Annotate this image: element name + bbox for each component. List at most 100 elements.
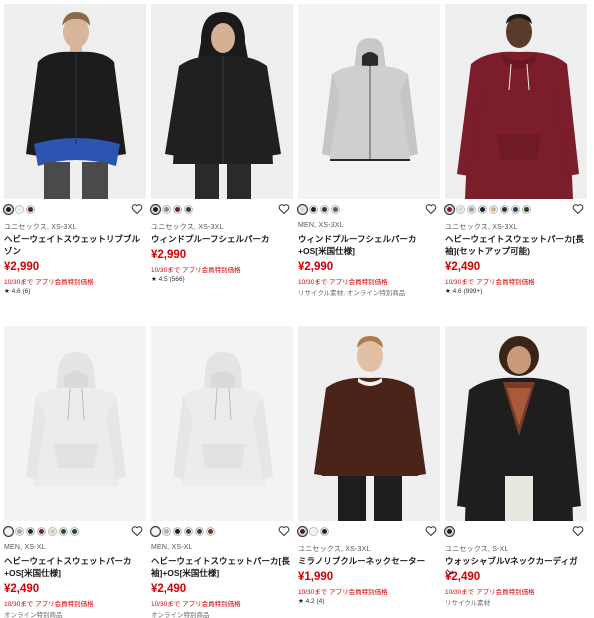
color-swatch[interactable] <box>456 205 465 214</box>
product-rating: ★ 4.6 (999+) <box>445 287 482 295</box>
color-swatch[interactable] <box>150 526 161 537</box>
product-title[interactable]: ウィンドプルーフシェルパーカ+OS[米国仕様] <box>298 233 438 257</box>
favorite-heart-icon[interactable] <box>278 203 290 215</box>
star-icon: ★ <box>4 288 10 295</box>
color-swatch[interactable] <box>297 526 308 537</box>
color-swatch[interactable] <box>195 527 204 536</box>
product-card[interactable]: ユニセックス, S-XL ウォッシャブルVネックカーディガン ¥2,490 10… <box>444 326 587 618</box>
promo-text: 10/30まで アプリ会員特別価格 <box>151 267 241 274</box>
review-count: (4) <box>316 598 325 605</box>
star-icon: ★ <box>445 288 451 295</box>
color-swatch[interactable] <box>500 205 509 214</box>
favorite-heart-icon[interactable] <box>131 525 143 537</box>
product-card[interactable]: ユニセックス, XS-3XL ミラノリブクルーネックセーター ¥1,990 10… <box>297 326 440 618</box>
color-swatches <box>3 526 79 537</box>
color-swatch[interactable] <box>162 527 171 536</box>
color-swatch[interactable] <box>59 527 68 536</box>
product-title[interactable]: ウィンドプルーフシェルパーカ <box>151 233 291 245</box>
color-swatch[interactable] <box>444 526 455 537</box>
color-swatches <box>3 204 35 215</box>
product-price: ¥2,990 <box>151 249 187 261</box>
color-swatches <box>150 204 193 215</box>
color-swatch[interactable] <box>309 527 318 536</box>
color-swatch[interactable] <box>309 205 318 214</box>
color-swatch[interactable] <box>478 205 487 214</box>
promo-text: 10/30まで アプリ会員特別価格 <box>445 589 535 596</box>
color-swatch[interactable] <box>26 205 35 214</box>
product-image[interactable] <box>4 4 146 199</box>
favorite-heart-icon[interactable] <box>425 525 437 537</box>
product-price: ¥1,990 <box>298 571 334 583</box>
color-swatches <box>444 526 455 537</box>
product-meta: ユニセックス, XS-3XL <box>298 546 371 553</box>
product-card[interactable]: ユニセックス, XS-3XL ヘビーウェイトスウェットパーカ[長袖](セットアッ… <box>444 4 587 304</box>
color-swatches <box>297 526 329 537</box>
color-swatch[interactable] <box>15 527 24 536</box>
product-image[interactable] <box>151 326 293 521</box>
rating-value: 4.6 <box>452 288 462 295</box>
product-meta: ユニセックス, XS-3XL <box>445 224 518 231</box>
color-swatch[interactable] <box>297 204 308 215</box>
color-swatch[interactable] <box>511 205 520 214</box>
product-title[interactable]: ヘビーウェイトスウェットリブブルゾン <box>4 233 144 257</box>
product-card[interactable]: ユニセックス, XS-3XL ヘビーウェイトスウェットリブブルゾン ¥2,990… <box>3 4 146 304</box>
favorite-heart-icon[interactable] <box>278 525 290 537</box>
color-swatch[interactable] <box>444 204 455 215</box>
color-swatch[interactable] <box>522 205 531 214</box>
product-image[interactable] <box>445 4 587 199</box>
product-image[interactable] <box>445 326 587 521</box>
color-swatch[interactable] <box>3 526 14 537</box>
product-image[interactable] <box>298 4 440 199</box>
product-note: オンライン特別商品 <box>4 612 63 618</box>
review-count: (999+) <box>463 288 483 295</box>
product-meta: ユニセックス, S-XL <box>445 546 509 553</box>
color-swatch[interactable] <box>162 205 171 214</box>
product-image[interactable] <box>298 326 440 521</box>
color-swatch[interactable] <box>48 527 57 536</box>
color-swatch[interactable] <box>184 527 193 536</box>
product-title[interactable]: ヘビーウェイトスウェットパーカ+OS[米国仕様] <box>4 555 144 579</box>
product-meta: ユニセックス, XS-3XL <box>4 224 77 231</box>
product-image[interactable] <box>151 4 293 199</box>
product-image[interactable] <box>4 326 146 521</box>
color-swatch[interactable] <box>320 205 329 214</box>
favorite-heart-icon[interactable] <box>425 203 437 215</box>
color-swatch[interactable] <box>184 205 193 214</box>
color-swatch[interactable] <box>150 204 161 215</box>
product-title[interactable]: ヘビーウェイトスウェットパーカ[長袖](セットアップ可能) <box>445 233 585 257</box>
product-title[interactable]: ミラノリブクルーネックセーター <box>298 555 438 567</box>
color-swatch[interactable] <box>331 205 340 214</box>
promo-text: 10/30まで アプリ会員特別価格 <box>4 279 94 286</box>
color-swatch[interactable] <box>489 205 498 214</box>
review-count: (566) <box>169 276 185 283</box>
color-swatch[interactable] <box>37 527 46 536</box>
rating-value: 4.6 <box>11 288 21 295</box>
product-price: ¥2,490 <box>4 583 40 595</box>
color-swatch[interactable] <box>70 527 79 536</box>
color-swatch[interactable] <box>3 204 14 215</box>
product-card[interactable]: MEN, XS-XL ヘビーウェイトスウェットパーカ+OS[米国仕様] ¥2,4… <box>3 326 146 618</box>
favorite-heart-icon[interactable] <box>572 525 584 537</box>
color-swatch[interactable] <box>206 527 215 536</box>
color-swatch[interactable] <box>467 205 476 214</box>
product-note: リサイクル素材 <box>445 600 491 607</box>
color-swatches <box>297 204 340 215</box>
product-title[interactable]: ヘビーウェイトスウェットパーカ[長袖]+OS[米国仕様] <box>151 555 291 579</box>
favorite-heart-icon[interactable] <box>131 203 143 215</box>
product-card[interactable]: ユニセックス, XS-3XL ウィンドプルーフシェルパーカ ¥2,990 10/… <box>150 4 293 304</box>
color-swatch[interactable] <box>173 527 182 536</box>
rating-value: 4.2 <box>305 598 315 605</box>
product-card[interactable]: MEN, XS-3XL ウィンドプルーフシェルパーカ+OS[米国仕様] ¥2,9… <box>297 4 440 304</box>
rating-value: 4.5 <box>158 276 168 283</box>
color-swatch[interactable] <box>15 205 24 214</box>
color-swatch[interactable] <box>320 527 329 536</box>
favorite-heart-icon[interactable] <box>572 203 584 215</box>
color-swatch[interactable] <box>173 205 182 214</box>
star-icon: ★ <box>298 598 304 605</box>
product-price: ¥2,990 <box>298 261 334 273</box>
product-card[interactable]: MEN, XS-XL ヘビーウェイトスウェットパーカ[長袖]+OS[米国仕様] … <box>150 326 293 618</box>
promo-text: 10/30まで アプリ会員特別価格 <box>151 601 241 608</box>
product-price: ¥2,490 <box>445 571 481 583</box>
color-swatch[interactable] <box>26 527 35 536</box>
color-swatches <box>150 526 215 537</box>
